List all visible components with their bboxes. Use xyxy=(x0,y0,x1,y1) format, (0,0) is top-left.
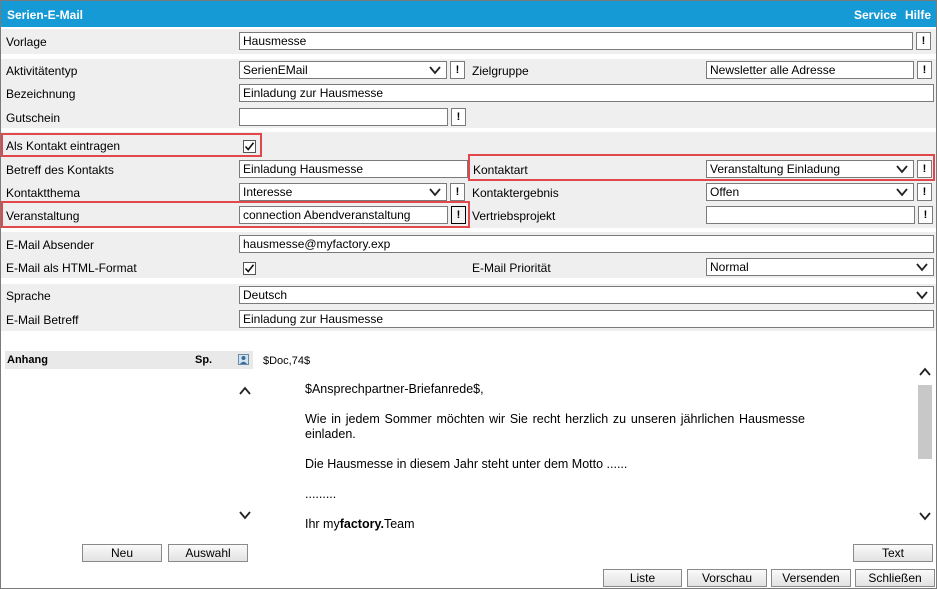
sprache-select[interactable]: Deutsch xyxy=(239,286,934,304)
kontaktthema-lookup-button[interactable]: ! xyxy=(450,183,465,201)
vorlage-field[interactable]: Hausmesse xyxy=(239,32,913,50)
html-format-label: E-Mail als HTML-Format xyxy=(6,261,137,275)
kontaktthema-value: Interesse xyxy=(243,185,293,199)
chevron-up-icon[interactable] xyxy=(238,384,252,398)
email-betreff-field[interactable]: Einladung zur Hausmesse xyxy=(239,310,934,328)
vorlage-lookup-button[interactable]: ! xyxy=(916,32,931,50)
email-betreff-label: E-Mail Betreff xyxy=(6,313,79,327)
liste-button[interactable]: Liste xyxy=(603,569,682,587)
attachment-col-sp: Sp. xyxy=(195,354,213,366)
schliessen-button[interactable]: Schließen xyxy=(855,569,935,587)
closing-prefix: Ihr my xyxy=(305,517,340,531)
highlight-kontaktart xyxy=(468,154,935,181)
paragraph-motto: Die Hausmesse in diesem Jahr steht unter… xyxy=(305,457,628,471)
paragraph-dots: ......... xyxy=(305,487,337,501)
chevron-down-icon[interactable] xyxy=(238,508,252,522)
menu-hilfe[interactable]: Hilfe xyxy=(905,8,931,22)
email-absender-field[interactable]: hausmesse@myfactory.exp xyxy=(239,235,934,253)
email-absender-label: E-Mail Absender xyxy=(6,238,95,252)
zielgruppe-field[interactable]: Newsletter alle Adresse xyxy=(706,61,914,79)
aktivitaetentyp-value: SerienEMail xyxy=(243,63,308,77)
menu-service[interactable]: Service xyxy=(854,8,897,22)
vertriebsprojekt-label: Vertriebsprojekt xyxy=(472,209,556,223)
auswahl-button[interactable]: Auswahl xyxy=(168,544,248,562)
vertriebsprojekt-lookup-button[interactable]: ! xyxy=(918,206,933,224)
chevron-down-icon xyxy=(896,188,908,197)
chevron-down-icon xyxy=(429,188,441,197)
attachment-col-anhang: Anhang xyxy=(7,354,48,366)
paragraph-invite: Wie in jedem Sommer möchten wir Sie rech… xyxy=(305,412,805,441)
prioritaet-label: E-Mail Priorität xyxy=(472,261,551,275)
gutschein-field[interactable] xyxy=(239,108,448,126)
closing-text: Ihr myfactory.Team xyxy=(305,517,805,532)
vertriebsprojekt-field[interactable] xyxy=(706,206,915,224)
chevron-down-icon xyxy=(429,66,441,75)
zielgruppe-label: Zielgruppe xyxy=(472,64,529,78)
kontaktergebnis-label: Kontaktergebnis xyxy=(472,186,559,200)
title-bar: Serien-E-Mail Service Hilfe xyxy=(1,1,936,27)
email-body-text: $Ansprechpartner-Briefanrede$, Wie in je… xyxy=(305,382,805,547)
aktivitaetentyp-select[interactable]: SerienEMail xyxy=(239,61,447,79)
text-button[interactable]: Text xyxy=(853,544,933,562)
kontaktthema-select[interactable]: Interesse xyxy=(239,183,447,201)
aktivitaetentyp-lookup-button[interactable]: ! xyxy=(450,61,465,79)
highlight-veranstaltung xyxy=(1,201,470,228)
attachment-list-header: Anhang Sp. xyxy=(5,351,253,369)
email-body-editor[interactable]: $Doc,74$ $Ansprechpartner-Briefanrede$, … xyxy=(257,351,933,537)
prioritaet-select[interactable]: Normal xyxy=(706,258,934,276)
bezeichnung-label: Bezeichnung xyxy=(6,87,76,101)
kontaktergebnis-value: Offen xyxy=(710,185,740,199)
attachment-list[interactable] xyxy=(5,369,253,537)
vorlage-label: Vorlage xyxy=(6,35,47,49)
zielgruppe-lookup-button[interactable]: ! xyxy=(917,61,932,79)
chevron-down-icon xyxy=(916,263,928,272)
chevron-down-icon[interactable] xyxy=(918,509,932,523)
html-format-checkbox[interactable] xyxy=(243,262,256,275)
serien-email-window: Serien-E-Mail Service Hilfe Vorlage Haus… xyxy=(0,0,937,589)
kontaktergebnis-select[interactable]: Offen xyxy=(706,183,914,201)
window-title: Serien-E-Mail xyxy=(7,8,84,22)
bezeichnung-field[interactable]: Einladung zur Hausmesse xyxy=(239,84,934,102)
doc-tag: $Doc,74$ xyxy=(263,355,311,367)
kontaktergebnis-lookup-button[interactable]: ! xyxy=(917,183,932,201)
attachment-scrollbar[interactable] xyxy=(237,382,253,527)
vorschau-button[interactable]: Vorschau xyxy=(687,569,767,587)
salutation-text: $Ansprechpartner-Briefanrede$, xyxy=(305,382,484,396)
kontaktthema-label: Kontaktthema xyxy=(6,186,81,200)
editor-scroll-thumb[interactable] xyxy=(918,385,932,459)
aktivitaetentyp-label: Aktivitätentyp xyxy=(6,64,78,78)
closing-suffix: Team xyxy=(383,517,415,531)
sprache-value: Deutsch xyxy=(243,288,288,302)
gutschein-lookup-button[interactable]: ! xyxy=(451,108,466,126)
editor-scrollbar[interactable] xyxy=(917,365,933,525)
betreff-kontakt-label: Betreff des Kontakts xyxy=(6,163,114,177)
attachment-user-icon[interactable] xyxy=(238,354,249,365)
prioritaet-value: Normal xyxy=(710,260,749,274)
neu-button[interactable]: Neu xyxy=(82,544,162,562)
versenden-button[interactable]: Versenden xyxy=(771,569,851,587)
closing-brand: factory. xyxy=(339,517,384,531)
gutschein-label: Gutschein xyxy=(6,111,61,125)
chevron-up-icon[interactable] xyxy=(918,365,932,379)
betreff-kontakt-field[interactable]: Einladung Hausmesse xyxy=(239,160,468,178)
checkmark-icon xyxy=(244,264,255,273)
chevron-down-icon xyxy=(916,291,928,300)
highlight-als-kontakt xyxy=(1,133,262,157)
sprache-label: Sprache xyxy=(6,289,51,303)
